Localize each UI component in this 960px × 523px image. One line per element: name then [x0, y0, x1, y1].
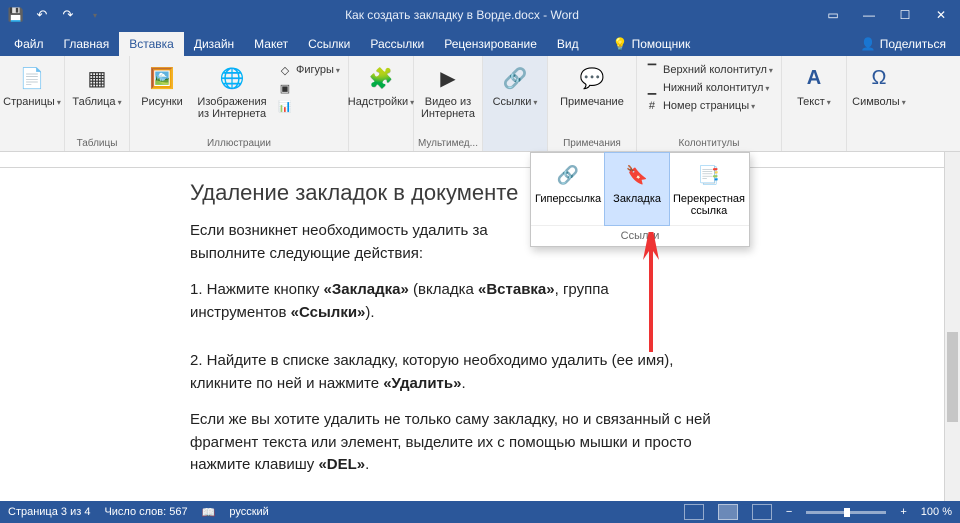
document-body[interactable]: Удаление закладок в документе Если возни…: [0, 168, 960, 477]
zoom-level[interactable]: 100 %: [921, 506, 952, 518]
ribbon: 📄 Страницы ▦ Таблица Таблицы 🖼️ Рисунки …: [0, 56, 960, 152]
chart-button[interactable]: 📊: [274, 98, 344, 114]
scrollbar-thumb[interactable]: [947, 332, 958, 422]
footer-button[interactable]: ▁Нижний колонтитул: [641, 80, 777, 96]
tell-me[interactable]: 💡 Помощник: [605, 32, 699, 56]
comment-icon: 💬: [576, 62, 608, 94]
zoom-slider[interactable]: [806, 511, 886, 514]
page-status[interactable]: Страница 3 из 4: [8, 506, 90, 518]
textbox-button[interactable]: A Текст: [786, 62, 842, 108]
status-bar: Страница 3 из 4 Число слов: 567 📖 русски…: [0, 501, 960, 523]
online-picture-icon: 🌐: [216, 62, 248, 94]
lightbulb-icon: 💡: [613, 37, 628, 51]
cross-reference-button[interactable]: 📑 Перекрестная ссылка: [669, 153, 749, 225]
maximize-icon[interactable]: ☐: [892, 5, 918, 25]
language-status[interactable]: русский: [229, 506, 268, 518]
proofing-icon[interactable]: 📖: [202, 506, 216, 519]
links-group-label: Ссылки: [531, 225, 749, 246]
vertical-scrollbar[interactable]: [944, 152, 960, 501]
footer-icon: ▁: [645, 81, 659, 95]
headerfooter-group-label: Колонтитулы: [679, 136, 740, 151]
person-icon: 👤: [861, 37, 876, 51]
illustrations-group-label: Иллюстрации: [207, 136, 271, 151]
textbox-icon: A: [798, 62, 830, 94]
addins-button[interactable]: 🧩 Надстройки: [353, 62, 409, 108]
table-button[interactable]: ▦ Таблица: [69, 62, 125, 108]
video-icon: ▶: [432, 62, 464, 94]
title-bar: 💾 ↶ ↷ Как создать закладку в Ворде.docx …: [0, 0, 960, 30]
pages-button[interactable]: 📄 Страницы: [4, 62, 60, 108]
shapes-button[interactable]: ◇Фигуры: [274, 62, 344, 78]
online-pictures-button[interactable]: 🌐 Изображения из Интернета: [192, 62, 272, 120]
chart-icon: 📊: [278, 99, 292, 113]
ribbon-options-icon[interactable]: ▭: [820, 5, 846, 25]
tab-home[interactable]: Главная: [54, 32, 120, 56]
doc-paragraph: Если же вы хотите удалить не только саму…: [190, 409, 900, 477]
page-icon: 📄: [16, 62, 48, 94]
zoom-out-icon[interactable]: −: [786, 506, 792, 518]
smartart-button[interactable]: ▣: [274, 80, 344, 96]
links-dropdown-button[interactable]: 🔗 Ссылки: [487, 62, 543, 108]
addins-icon: 🧩: [365, 62, 397, 94]
tab-insert[interactable]: Вставка: [119, 32, 184, 56]
ruler[interactable]: [0, 152, 960, 168]
redo-icon[interactable]: ↷: [58, 5, 78, 25]
shapes-icon: ◇: [278, 63, 292, 77]
minimize-icon[interactable]: —: [856, 5, 882, 25]
header-button[interactable]: ▔Верхний колонтитул: [641, 62, 777, 78]
pagenum-icon: #: [645, 99, 659, 113]
smartart-icon: ▣: [278, 81, 292, 95]
share-button[interactable]: 👤 Поделиться: [851, 32, 956, 56]
window-title: Как создать закладку в Ворде.docx - Word: [104, 8, 820, 22]
tables-group-label: Таблицы: [77, 136, 118, 151]
tab-mailings[interactable]: Рассылки: [360, 32, 434, 56]
pictures-button[interactable]: 🖼️ Рисунки: [134, 62, 190, 108]
media-group-label: Мультимед...: [418, 136, 478, 151]
doc-paragraph: 1. Нажмите кнопку «Закладка» (вкладка «В…: [190, 279, 900, 324]
hyperlink-button[interactable]: 🔗 Гиперссылка: [531, 153, 605, 225]
undo-icon[interactable]: ↶: [32, 5, 52, 25]
zoom-in-icon[interactable]: +: [900, 506, 906, 518]
word-count[interactable]: Число слов: 567: [104, 506, 187, 518]
bookmark-icon: 🔖: [623, 161, 651, 189]
save-icon[interactable]: 💾: [6, 5, 26, 25]
tab-view[interactable]: Вид: [547, 32, 589, 56]
doc-paragraph: 2. Найдите в списке закладку, которую не…: [190, 350, 900, 395]
comments-group-label: Примечания: [563, 136, 621, 151]
read-mode-icon[interactable]: [684, 504, 704, 520]
close-icon[interactable]: ✕: [928, 5, 954, 25]
tab-review[interactable]: Рецензирование: [434, 32, 547, 56]
tab-file[interactable]: Файл: [4, 32, 54, 56]
document-area: Удаление закладок в документе Если возни…: [0, 152, 960, 501]
qat-dropdown-icon[interactable]: [84, 5, 104, 25]
tab-references[interactable]: Ссылки: [298, 32, 360, 56]
hyperlink-icon: 🔗: [554, 161, 582, 189]
page-number-button[interactable]: #Номер страницы: [641, 98, 777, 114]
omega-icon: Ω: [863, 62, 895, 94]
comment-button[interactable]: 💬 Примечание: [552, 62, 632, 108]
table-icon: ▦: [81, 62, 113, 94]
ribbon-tabs: Файл Главная Вставка Дизайн Макет Ссылки…: [0, 30, 960, 56]
web-layout-icon[interactable]: [752, 504, 772, 520]
picture-icon: 🖼️: [146, 62, 178, 94]
crossref-icon: 📑: [695, 161, 723, 189]
bookmark-button[interactable]: 🔖 Закладка: [605, 153, 669, 225]
symbols-button[interactable]: Ω Символы: [851, 62, 907, 108]
online-video-button[interactable]: ▶ Видео из Интернета: [420, 62, 476, 120]
header-icon: ▔: [645, 63, 659, 77]
print-layout-icon[interactable]: [718, 504, 738, 520]
link-icon: 🔗: [499, 62, 531, 94]
tab-design[interactable]: Дизайн: [184, 32, 244, 56]
tab-layout[interactable]: Макет: [244, 32, 298, 56]
links-dropdown-panel: 🔗 Гиперссылка 🔖 Закладка 📑 Перекрестная …: [530, 152, 750, 247]
